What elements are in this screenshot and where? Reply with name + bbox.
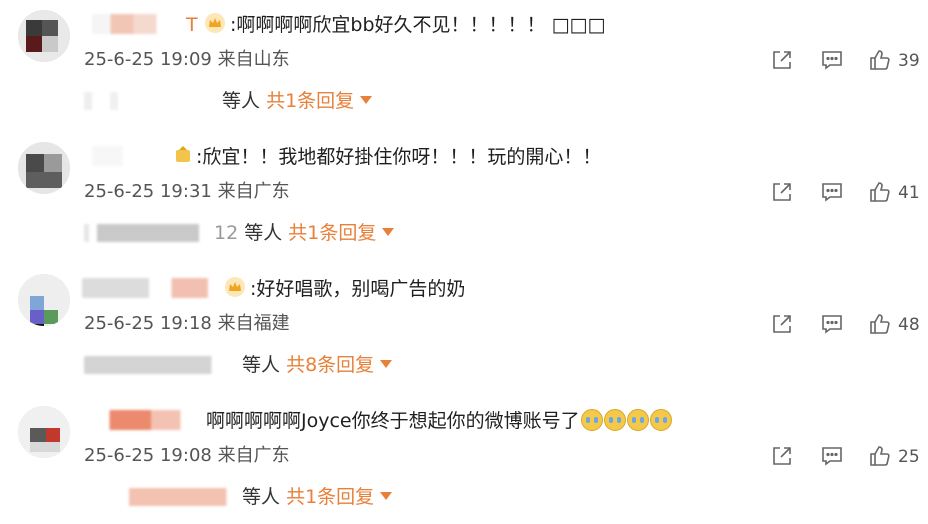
reply-count-link[interactable]: 共1条回复 [288,222,376,244]
avatar[interactable] [18,406,70,458]
comment-text: 啊啊啊啊啊Joyce你终于想起你的微博账号了 [206,410,580,432]
reply-count-link[interactable]: 共1条回复 [286,486,374,508]
username-redacted[interactable] [86,410,204,430]
share-icon[interactable] [770,48,794,72]
username-redacted[interactable] [92,14,184,34]
crown-badge-icon [176,146,190,162]
comment-date: 25-6-25 19:08 [84,445,212,466]
reply-names-redacted [84,356,234,374]
chevron-down-icon[interactable] [380,492,393,500]
chevron-down-icon[interactable] [382,228,395,236]
reply-count-link[interactable]: 共1条回复 [266,90,354,112]
crying-emoji-icon [603,409,626,431]
reply-count-link[interactable]: 共8条回复 [286,354,374,376]
comment-location: 来自福建 [217,313,290,334]
crown-badge-icon [225,277,245,297]
comment-meta: 25-6-25 19:09 来自山东 [84,48,290,72]
chevron-down-icon[interactable] [380,360,393,368]
username-tail[interactable]: T [186,12,198,38]
avatar[interactable] [18,274,70,326]
comment-text: :欣宜！！我地都好掛住你呀！！！玩的開心！！ [196,146,602,168]
thumbs-up-icon[interactable] [868,48,892,72]
comment-meta: 25-6-25 19:08 来自广东 [84,444,290,468]
like-count: 48 [898,315,920,335]
reply-prefix: 等人 [244,222,283,244]
comment-item: 啊啊啊啊啊Joyce你终于想起你的微博账号了 25-6-25 19:08 来自广… [0,396,928,524]
comment-location: 来自广东 [217,445,290,466]
like-count: 25 [898,447,920,467]
comment-item: :欣宜！！我地都好掛住你呀！！！玩的開心！！ 25-6-25 19:31 来自广… [0,132,928,260]
comment-date: 25-6-25 19:31 [84,181,212,202]
comment-location: 来自广东 [217,181,290,202]
username-redacted[interactable] [92,146,170,166]
comment-icon[interactable] [820,312,844,336]
thumbs-up-icon[interactable] [868,312,892,336]
comment-item: :好好唱歌，别喝广告的奶 25-6-25 19:18 来自福建 48 等人 共8… [0,264,928,392]
reply-prefix: 等人 [222,90,261,112]
reply-names-redacted [84,92,214,110]
share-icon[interactable] [770,180,794,204]
avatar[interactable] [18,10,70,62]
comment-meta: 25-6-25 19:31 来自广东 [84,180,290,204]
comment-meta: 25-6-25 19:18 来自福建 [84,312,290,336]
reply-names-redacted [84,224,212,242]
comment-location: 来自山东 [217,49,290,70]
comment-icon[interactable] [820,444,844,468]
share-icon[interactable] [770,312,794,336]
comment-item: T :啊啊啊啊欣宜bb好久不见！！！！！ □□□ 25-6-25 19:09 来… [0,0,928,128]
like-count: 39 [898,51,920,71]
comment-date: 25-6-25 19:09 [84,49,212,70]
comment-icon[interactable] [820,180,844,204]
reply-prefix: 等人 [242,354,281,376]
crown-badge-icon [205,13,225,33]
reply-names-redacted [84,488,234,506]
crying-emoji-icon [580,409,603,431]
comment-text-tail: □□□ [551,14,606,36]
comment-text: :好好唱歌，别喝广告的奶 [250,278,466,300]
thumbs-up-icon[interactable] [868,180,892,204]
reply-prefix: 等人 [242,486,281,508]
crying-emoji-icon [649,409,672,431]
thumbs-up-icon[interactable] [868,444,892,468]
comment-date: 25-6-25 19:18 [84,313,212,334]
like-count: 41 [898,183,920,203]
avatar[interactable] [18,142,70,194]
share-icon[interactable] [770,444,794,468]
reply-partial-text: 12 [214,222,239,244]
crying-emoji-icon [626,409,649,431]
chevron-down-icon[interactable] [360,96,373,104]
comment-icon[interactable] [820,48,844,72]
comment-text: :啊啊啊啊欣宜bb好久不见！！！！！ [230,14,552,36]
username-redacted[interactable] [82,278,222,298]
